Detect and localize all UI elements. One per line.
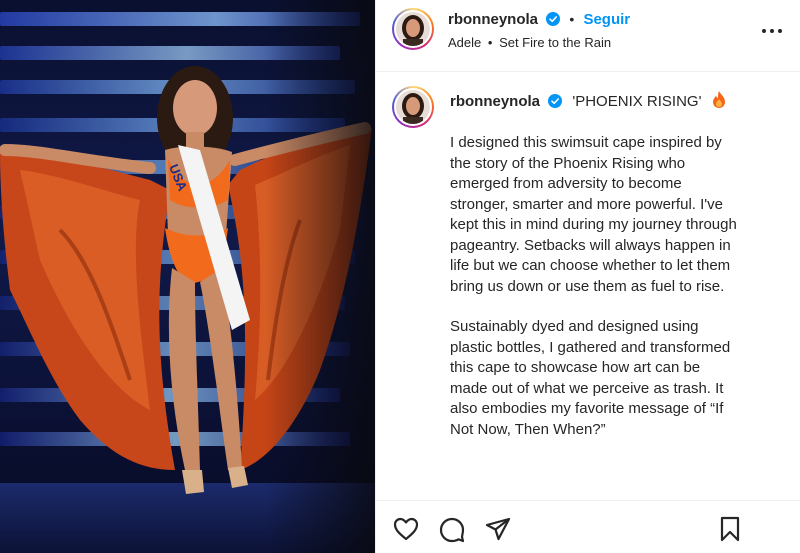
- post-caption: rbonneynola 'PHOENIX RISING' I designed …: [376, 72, 800, 500]
- post-sidebar: rbonneynola • Seguir Adele • Set Fire to…: [375, 0, 800, 553]
- verified-badge-icon: [548, 94, 563, 108]
- caption-username-link[interactable]: rbonneynola: [450, 93, 540, 110]
- caption-heading: rbonneynola 'PHOENIX RISING': [450, 91, 726, 110]
- comment-icon[interactable]: [438, 515, 466, 543]
- audio-separator: •: [487, 35, 493, 50]
- audio-info[interactable]: Adele • Set Fire to the Rain: [448, 35, 611, 50]
- audio-artist: Adele: [448, 35, 482, 50]
- separator-dot: •: [569, 11, 575, 27]
- caption-paragraph: Sustainably dyed and designed using plas…: [450, 318, 731, 438]
- post-header: rbonneynola • Seguir Adele • Set Fire to…: [376, 0, 800, 72]
- header-line: rbonneynola • Seguir: [448, 11, 630, 28]
- more-horizontal-icon: [760, 29, 784, 33]
- action-bar: [376, 500, 800, 553]
- caption-avatar[interactable]: [392, 86, 434, 128]
- caption-title: 'PHOENIX RISING': [572, 93, 702, 110]
- avatar-image: [396, 12, 430, 46]
- photo-vignette: [265, 0, 375, 553]
- bookmark-icon[interactable]: [716, 515, 744, 543]
- verified-badge-icon: [546, 12, 561, 26]
- caption-text: I designed this swimsuit cape inspired b…: [450, 133, 740, 440]
- post-photo[interactable]: USA: [0, 0, 375, 553]
- avatar-image: [396, 90, 430, 124]
- audio-title: Set Fire to the Rain: [499, 35, 612, 50]
- heart-icon[interactable]: [392, 515, 420, 543]
- more-options-button[interactable]: [759, 18, 785, 44]
- fire-emoji-icon: [712, 91, 725, 108]
- username-link[interactable]: rbonneynola: [448, 11, 538, 28]
- follow-button[interactable]: Seguir: [583, 11, 630, 28]
- avatar[interactable]: [392, 8, 434, 50]
- caption-paragraph: I designed this swimsuit cape inspired b…: [450, 134, 737, 295]
- paper-plane-icon[interactable]: [484, 515, 512, 543]
